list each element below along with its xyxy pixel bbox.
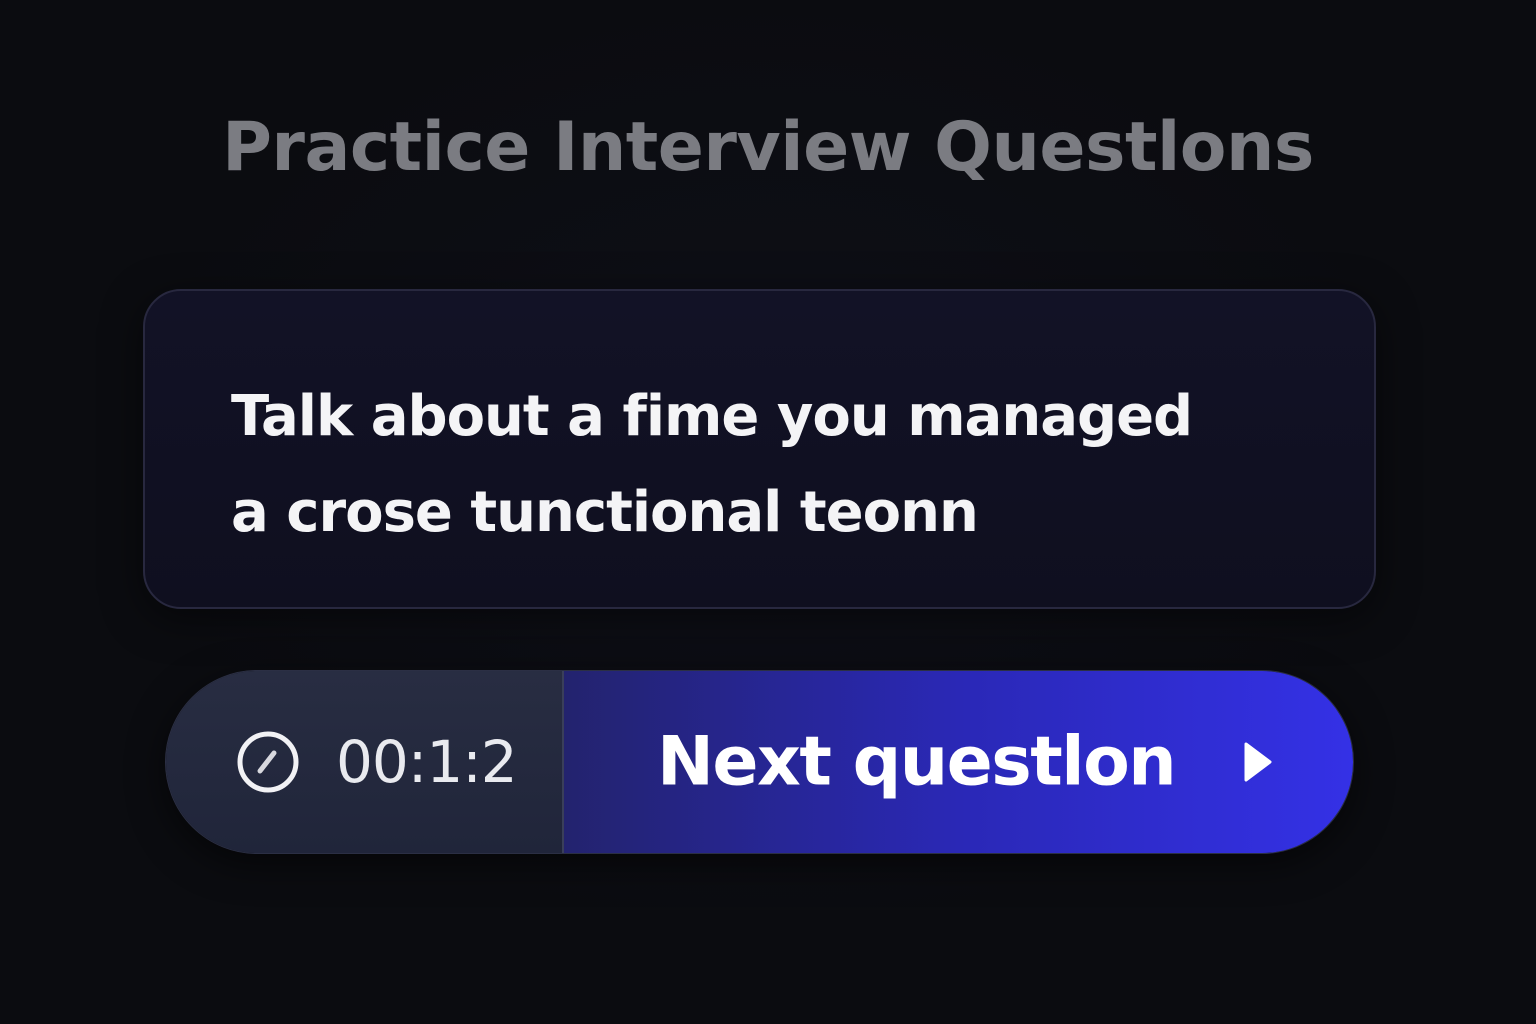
timer-value: 00:1:2 (336, 728, 518, 796)
question-line-1: Talk about a fime you managed (231, 384, 1193, 449)
question-text: Talk about a fime you managed a crose tu… (231, 369, 1291, 561)
next-question-label: Next questlon (657, 722, 1177, 802)
question-line-2: a crose tunctional teonn (231, 480, 979, 545)
play-arrow-icon (1242, 740, 1274, 784)
question-card: Talk about a fime you managed a crose tu… (143, 289, 1376, 609)
app-screen: Practice Interview Questlons Talk about … (0, 0, 1536, 1024)
action-bar: 00:1:2 Next questlon (165, 670, 1354, 854)
timer: 00:1:2 (166, 671, 564, 853)
timer-icon (236, 730, 300, 794)
page-title: Practice Interview Questlons (222, 108, 1314, 187)
next-question-button[interactable]: Next questlon (564, 671, 1353, 853)
